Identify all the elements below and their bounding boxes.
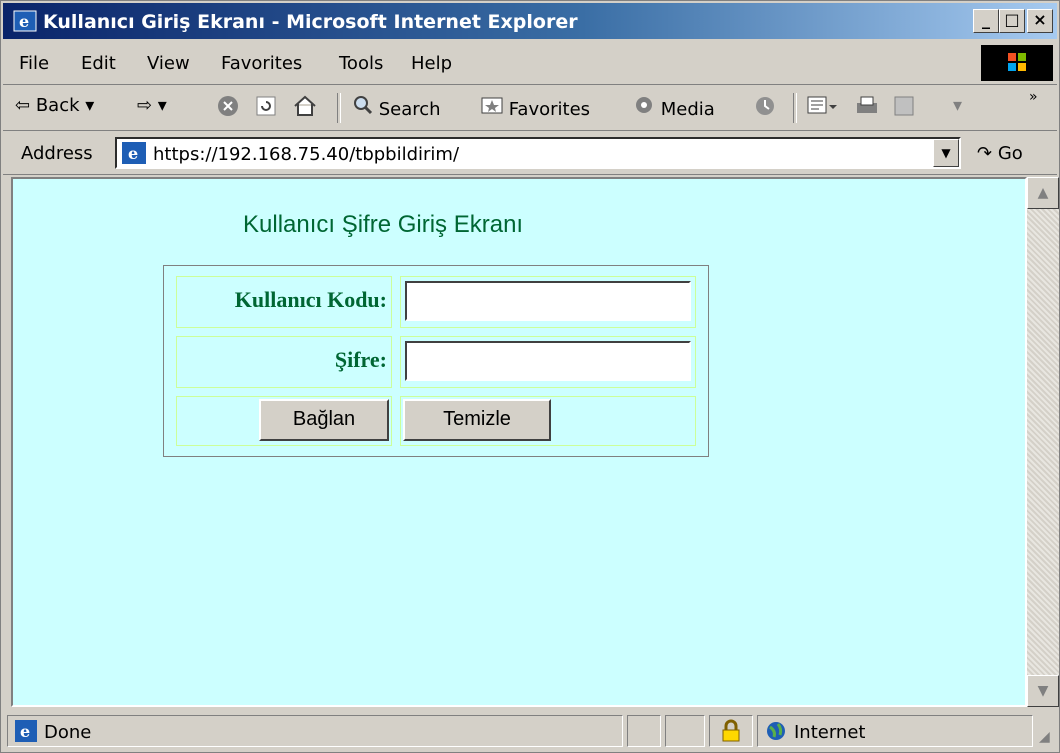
status-cell-empty	[665, 715, 705, 747]
favorites-label: Favorites	[508, 99, 591, 120]
menu-help[interactable]: Help	[411, 53, 452, 74]
page-title: Kullanıcı Şifre Giriş Ekranı	[243, 211, 524, 238]
status-zone-cell: Internet	[757, 715, 1033, 747]
menu-tools[interactable]: Tools	[339, 53, 383, 74]
status-cell-lock	[709, 715, 753, 747]
edit-dropdown-icon[interactable]: ▾	[953, 95, 962, 116]
go-button[interactable]: ↷ Go	[977, 143, 1023, 164]
password-input[interactable]	[405, 341, 691, 381]
browser-window: e Kullanıcı Giriş Ekranı - Microsoft Int…	[0, 0, 1060, 753]
windows-logo-icon	[981, 45, 1053, 81]
favorites-button[interactable]: Favorites	[481, 95, 590, 120]
page-done-icon: e	[15, 720, 37, 742]
toolbar-overflow-icon[interactable]: »	[1029, 89, 1038, 105]
vertical-scrollbar[interactable]: ▲ ▼	[1027, 177, 1059, 707]
svg-text:e: e	[128, 144, 138, 163]
toolbar: ⇦ Back ▾ ⇨ ▾ Search Favorites Media ▾ »	[3, 87, 1057, 131]
password-input-cell	[400, 336, 696, 388]
window-title: Kullanıcı Giriş Ekranı - Microsoft Inter…	[43, 11, 578, 33]
close-button[interactable]: ×	[1027, 9, 1053, 33]
resize-grip-icon[interactable]: ◢	[1039, 729, 1050, 745]
search-button[interactable]: Search	[353, 95, 441, 120]
ie-logo-icon: e	[13, 10, 37, 32]
scroll-up-icon[interactable]: ▲	[1027, 177, 1059, 209]
go-label: Go	[997, 143, 1023, 164]
media-icon	[636, 97, 652, 113]
back-label: Back	[35, 95, 80, 116]
stop-icon[interactable]	[217, 95, 239, 122]
go-arrow-icon: ↷	[977, 143, 993, 164]
menu-bar: File Edit View Favorites Tools Help	[3, 43, 1057, 85]
media-button[interactable]: Media	[633, 95, 715, 120]
svg-text:e: e	[20, 722, 30, 741]
status-main-cell: e Done	[7, 715, 623, 747]
connect-button[interactable]: Bağlan	[259, 399, 389, 441]
username-label-cell: Kullanıcı Kodu:	[176, 276, 392, 328]
scroll-down-icon[interactable]: ▼	[1027, 675, 1059, 707]
username-label: Kullanıcı Kodu:	[234, 287, 387, 312]
internet-globe-icon	[767, 722, 785, 740]
clear-button[interactable]: Temizle	[403, 399, 551, 441]
connect-button-cell: Bağlan	[176, 396, 392, 446]
username-input[interactable]	[405, 281, 691, 321]
password-label: Şifre:	[334, 347, 387, 372]
zone-label: Internet	[794, 722, 866, 743]
address-url: https://192.168.75.40/tbpbildirim/	[153, 144, 460, 165]
address-bar: Address e https://192.168.75.40/tbpbildi…	[3, 133, 1057, 175]
page-icon: e	[122, 142, 146, 164]
forward-button[interactable]: ⇨ ▾	[137, 95, 167, 116]
menu-edit[interactable]: Edit	[81, 53, 116, 74]
page-content: Kullanıcı Şifre Giriş Ekranı Kullanıcı K…	[11, 177, 1027, 707]
address-input[interactable]: e https://192.168.75.40/tbpbildirim/ ▼	[115, 137, 961, 169]
search-label: Search	[378, 99, 441, 120]
svg-text:e: e	[19, 12, 29, 31]
menu-file[interactable]: File	[19, 53, 49, 74]
home-icon[interactable]	[293, 95, 317, 122]
media-label: Media	[660, 99, 715, 120]
lock-icon	[722, 719, 740, 742]
clear-button-cell: Temizle	[400, 396, 696, 446]
toolbar-separator	[337, 93, 341, 123]
title-bar[interactable]: e Kullanıcı Giriş Ekranı - Microsoft Int…	[3, 3, 1057, 39]
menu-favorites[interactable]: Favorites	[221, 53, 302, 74]
status-bar: e Done Internet ◢	[3, 711, 1057, 751]
address-label: Address	[21, 143, 93, 164]
address-dropdown-icon[interactable]: ▼	[933, 139, 959, 167]
refresh-icon[interactable]	[255, 95, 277, 122]
menu-view[interactable]: View	[147, 53, 190, 74]
history-icon[interactable]	[753, 95, 777, 122]
print-icon[interactable]	[855, 95, 879, 122]
minimize-button[interactable]: _	[973, 9, 999, 33]
maximize-button[interactable]: □	[999, 9, 1025, 33]
username-input-cell	[400, 276, 696, 328]
edit-icon[interactable]	[893, 95, 917, 122]
favorites-icon	[481, 97, 503, 114]
login-form: Kullanıcı Kodu: Şifre: Bağlan Temizle	[163, 265, 709, 457]
password-label-cell: Şifre:	[176, 336, 392, 388]
status-text: Done	[44, 722, 92, 743]
back-button[interactable]: ⇦ Back ▾	[15, 95, 94, 116]
mail-icon[interactable]	[807, 95, 837, 122]
toolbar-separator	[793, 93, 797, 123]
search-icon	[354, 96, 373, 115]
status-cell-empty	[627, 715, 661, 747]
